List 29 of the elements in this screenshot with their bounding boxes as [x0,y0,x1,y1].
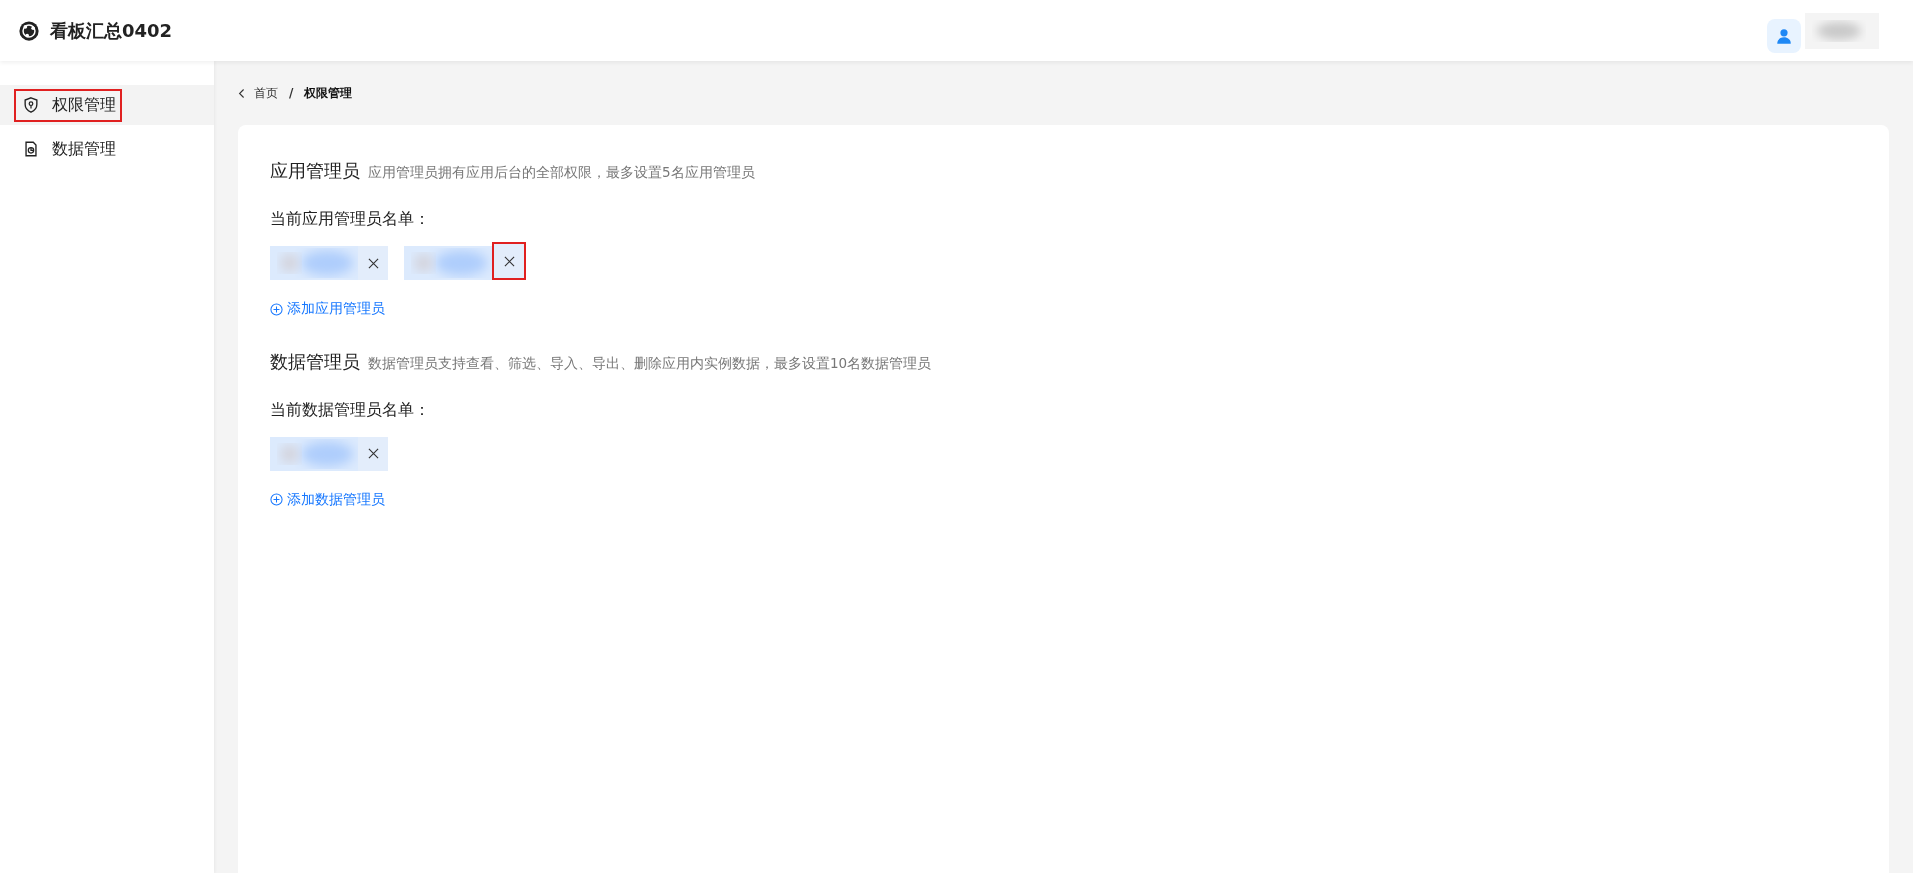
section-description: 数据管理员支持查看、筛选、导入、导出、删除应用内实例数据，最多设置10名数据管理员 [368,354,932,373]
breadcrumb-link[interactable]: 权限管理 [304,84,353,102]
avatar-icon[interactable] [1767,18,1801,53]
plus-circle-icon [270,493,283,506]
menu-label: 数据管理 [14,132,122,166]
menu-label: 权限管理 [14,88,122,122]
breadcrumb-separator: / [289,86,294,100]
remove-button[interactable] [358,436,388,471]
document-icon [22,140,40,158]
sidebar-item[interactable]: 数据管理 [0,129,214,169]
close-icon [367,257,379,269]
back-icon[interactable] [238,87,246,99]
app-title: 看板汇总0402 [50,18,173,43]
close-icon [367,448,379,459]
section-title: 数据管理员 [270,349,360,374]
list-label: 当前数据管理员名单： [270,399,431,421]
plus-circle-icon [270,302,283,316]
section-description: 应用管理员拥有应用后台的全部权限，最多设置5名应用管理员 [368,164,755,182]
sidebar-item[interactable]: 权限管理 [0,85,214,125]
shield-icon [22,96,40,114]
add-link[interactable]: 添加数据管理员 [270,490,385,509]
list-label: 当前应用管理员名单： [270,209,431,230]
section-title: 应用管理员 [270,159,360,183]
logo-icon [18,19,40,42]
breadcrumb-link[interactable]: 首页 [254,84,278,102]
close-icon [503,255,515,267]
add-link[interactable]: 添加应用管理员 [270,300,385,318]
remove-button[interactable] [358,246,388,280]
remove-button[interactable] [492,242,526,280]
